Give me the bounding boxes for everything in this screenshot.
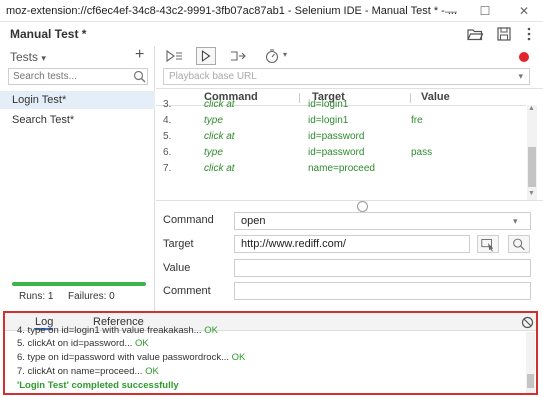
failures-count: Failures: 0 [68,291,115,302]
tests-dropdown[interactable]: Tests ▾ [10,50,46,64]
folder-open-icon[interactable] [466,25,484,43]
speed-icon[interactable] [264,47,280,65]
target-input[interactable]: http://www.rediff.com/ [234,235,470,253]
panel-splitter[interactable] [156,200,543,212]
window-titlebar: moz-extension://cf6ec4ef-34c8-43c2-9991-… [0,0,543,22]
playback-base-url-input[interactable]: Playback base URL ▾ [163,68,530,85]
scroll-up-icon[interactable]: ▲ [528,105,535,112]
log-line-text: 5. clickAt on id=password... [17,338,136,349]
search-icon [133,70,146,83]
find-target-icon[interactable] [508,235,530,253]
comment-input[interactable] [234,282,531,300]
table-row[interactable]: 7. click at name=proceed [156,163,526,179]
log-line-text: 6. type on id=password with value passwo… [17,352,232,363]
window-title: moz-extension://cf6ec4ef-34c8-43c2-9991-… [6,5,458,17]
run-progress-bar [12,282,146,286]
row-target: id=login1 [308,115,349,126]
command-select-value: open [241,215,266,227]
target-input-value: http://www.rediff.com/ [241,238,346,250]
value-input[interactable] [234,259,531,277]
project-title[interactable]: Manual Test * [10,27,86,41]
row-target: id=password [308,147,365,158]
log-line-status: OK [204,325,218,336]
row-number: 5. [163,131,172,142]
step-over-icon[interactable] [228,47,248,65]
log-line: 4. type on id=login1 with value freakaka… [17,325,218,336]
log-line-status: OK [135,338,149,349]
test-item-login-test[interactable]: Login Test* [0,91,155,109]
save-icon[interactable] [495,25,513,43]
command-label: Command [163,214,214,226]
row-target: name=proceed [308,163,375,174]
scroll-down-icon[interactable]: ▼ [528,190,535,197]
runs-count: Runs: 1 [19,291,54,302]
value-label: Value [163,262,191,274]
log-line-text: 4. type on id=login1 with value freakaka… [17,325,205,336]
log-line-text: 7. clickAt on name=proceed... [17,366,146,377]
row-number: 3. [163,99,172,110]
row-target: id=password [308,131,365,142]
more-icon[interactable] [520,25,538,43]
chevron-down-icon: ▾ [41,53,46,63]
row-command: click at [204,163,235,174]
chevron-down-icon[interactable]: ▾ [513,216,518,227]
close-window-button[interactable]: ✕ [507,1,541,21]
command-table-scrollbar[interactable]: ▲ ▼ [527,105,537,200]
tests-dropdown-label: Tests [10,50,39,64]
record-button[interactable] [519,52,529,62]
minimize-button[interactable]: — [434,1,468,21]
tests-panel: Tests ▾ + Login Test* Search Test* Runs:… [0,46,155,311]
log-line: 7. clickAt on name=proceed... OK [17,366,159,377]
command-table: Command Target Value 3. click at id=logi… [156,88,543,200]
resize-handle-icon[interactable] [357,201,368,212]
row-command: type [204,115,223,126]
log-line-status: OK [231,352,246,363]
log-success-message: 'Login Test' completed successfully [17,380,179,391]
command-select[interactable]: open [234,212,531,230]
project-header: Manual Test * [0,22,543,46]
table-row[interactable]: 3. click at id=login1 [156,99,526,115]
row-number: 7. [163,163,172,174]
log-line-status: OK [145,366,159,377]
table-row[interactable]: 4. type id=login1 fre [156,115,526,131]
comment-label: Comment [163,285,211,297]
row-value: fre [411,115,423,126]
scrollbar-thumb[interactable] [527,374,534,388]
row-number: 4. [163,115,172,126]
target-label: Target [163,238,194,250]
row-command: click at [204,99,235,110]
log-panel: Log Reference 4. type on id=login1 with … [3,311,538,395]
row-command: type [204,147,223,158]
table-row[interactable]: 6. type id=password pass [156,147,526,163]
add-test-button[interactable]: + [135,46,144,64]
table-row[interactable]: 5. click at id=password [156,131,526,147]
log-line: 5. clickAt on id=password... OK [17,338,149,349]
chevron-down-icon[interactable]: ▾ [518,71,523,82]
maximize-button[interactable]: ☐ [468,1,502,21]
row-number: 6. [163,147,172,158]
run-current-icon[interactable] [196,47,216,65]
select-target-icon[interactable] [477,235,499,253]
row-value: pass [411,147,433,158]
row-command: click at [204,131,235,142]
base-url-placeholder: Playback base URL [169,71,257,82]
log-line: 6. type on id=password with value passwo… [17,352,245,363]
log-scrollbar[interactable] [526,332,535,393]
test-item-search-test[interactable]: Search Test* [0,111,155,129]
run-all-icon[interactable] [164,47,184,65]
scrollbar-thumb[interactable] [528,147,536,187]
row-target: id=login1 [308,99,349,110]
speed-chevron-down-icon[interactable]: ▾ [283,50,287,68]
search-tests-input[interactable] [8,68,148,85]
clear-log-icon[interactable] [521,316,534,329]
playback-toolbar: ▾ [156,46,543,66]
